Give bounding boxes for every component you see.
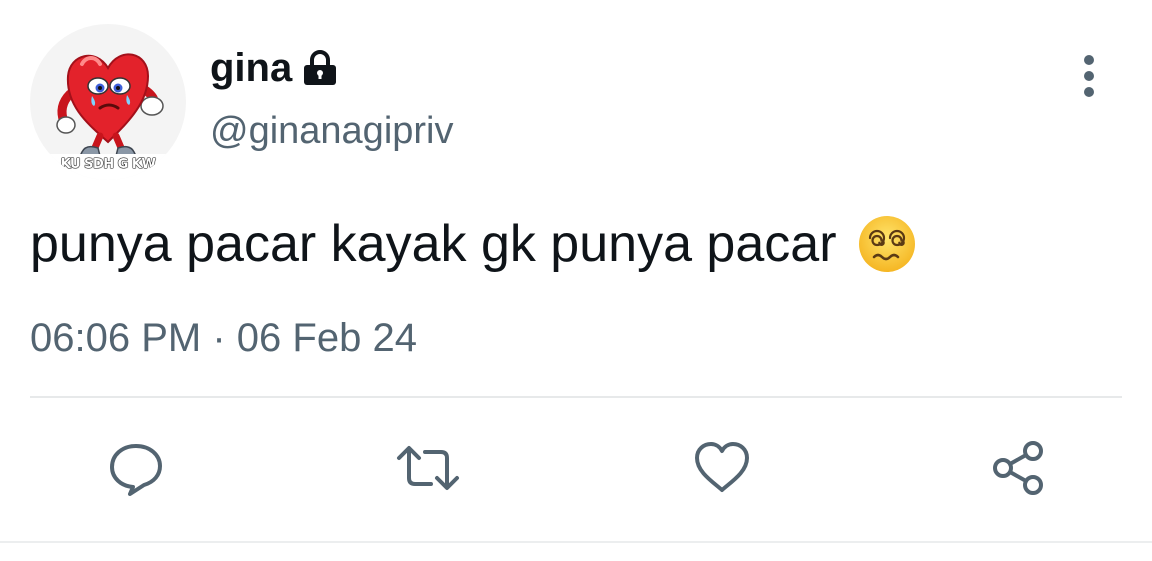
divider xyxy=(30,396,1122,398)
tweet-date: 06 Feb 24 xyxy=(236,316,417,360)
like-button[interactable] xyxy=(686,432,758,504)
author-row: gina xyxy=(210,38,338,98)
tweet-text: punya pacar kayak gk punya pacar xyxy=(30,214,917,274)
bottom-divider xyxy=(0,541,1152,543)
retweet-button[interactable] xyxy=(392,432,464,504)
action-bar xyxy=(0,432,1152,504)
tweet-card: KU SDH G KW gina @ginanagipriv punya pac… xyxy=(0,0,1152,561)
tweet-time: 06:06 PM xyxy=(30,316,202,360)
tweet-body: punya pacar kayak gk punya pacar xyxy=(30,215,837,273)
dizzy-face-emoji-icon xyxy=(858,216,915,272)
reply-button[interactable] xyxy=(100,432,172,504)
heart-icon xyxy=(695,442,749,492)
tweet-timestamp[interactable]: 06:06 PM · 06 Feb 24 xyxy=(30,318,417,358)
avatar-caption: KU SDH G KW xyxy=(60,157,156,173)
share-icon xyxy=(993,441,1043,495)
lock-icon xyxy=(304,50,337,85)
retweet-icon xyxy=(397,446,459,490)
share-button[interactable] xyxy=(982,432,1054,504)
avatar[interactable]: KU SDH G KW xyxy=(30,24,186,180)
author-handle[interactable]: @ginanagipriv xyxy=(210,112,454,150)
reply-icon xyxy=(110,444,162,496)
more-vertical-icon[interactable] xyxy=(1072,52,1106,100)
meta-separator: · xyxy=(212,316,226,360)
display-name[interactable]: gina xyxy=(210,48,292,88)
